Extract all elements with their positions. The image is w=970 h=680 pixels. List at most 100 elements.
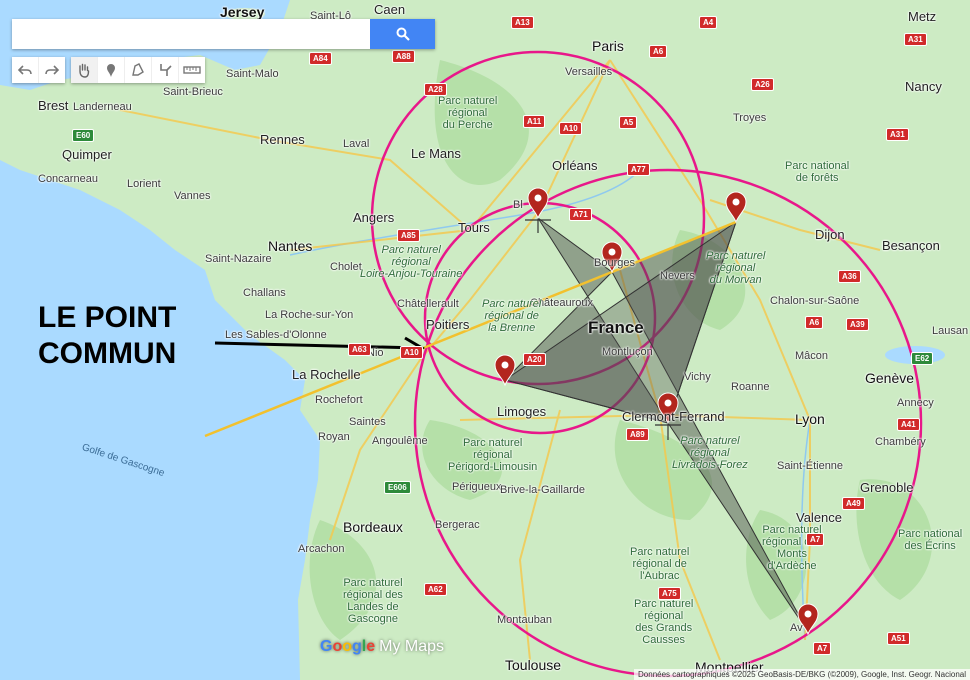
search-icon <box>396 27 410 41</box>
place-brest: Brest <box>38 98 69 113</box>
park-foret: Parc national de forêts <box>785 160 850 184</box>
road-shield: A62 <box>424 583 447 596</box>
road-shield: E62 <box>911 352 934 365</box>
place-les-sables: Les Sables-d'Olonne <box>225 329 327 341</box>
place-vichy: Vichy <box>684 371 711 383</box>
marker-icon <box>107 64 115 77</box>
place-clermont: Clermont-Ferrand <box>622 409 725 424</box>
road-shield: A10 <box>559 122 582 135</box>
place-poitiers: Poitiers <box>426 317 470 332</box>
park-causses: Parc naturel régional des Grands Causses <box>634 598 694 646</box>
place-quimper: Quimper <box>62 147 112 162</box>
road-shield: A6 <box>649 45 668 58</box>
road-shield: A6 <box>805 316 824 329</box>
place-besancon: Besançon <box>882 238 940 253</box>
place-chalon: Chalon-sur-Saône <box>770 295 860 307</box>
road-shield: A63 <box>348 343 371 356</box>
place-roanne: Roanne <box>731 381 770 393</box>
place-saint-nazaire: Saint-Nazaire <box>205 253 272 265</box>
place-bergerac: Bergerac <box>435 519 480 531</box>
search-button[interactable] <box>370 19 435 49</box>
place-arcachon: Arcachon <box>298 543 345 555</box>
road-shield: A11 <box>523 115 546 128</box>
place-le-mans: Le Mans <box>411 146 461 161</box>
place-geneve: Genève <box>865 370 915 386</box>
road-shield: E60 <box>72 129 95 142</box>
map-attribution[interactable]: Données cartographiques ©2025 GeoBasis-D… <box>634 669 970 680</box>
road-shield: E606 <box>384 481 411 494</box>
place-nevers: Nevers <box>660 270 695 282</box>
road-shield: A36 <box>838 270 861 283</box>
ruler-tool[interactable] <box>179 57 205 83</box>
place-troyes: Troyes <box>733 112 767 124</box>
road-shield: A88 <box>392 50 415 63</box>
place-france: France <box>588 318 644 337</box>
road-shield: A31 <box>886 128 909 141</box>
park-perigord: Parc naturel régional Périgord-Limousin <box>448 437 538 473</box>
road-shield: A31 <box>904 33 927 46</box>
place-saintes: Saintes <box>349 416 386 428</box>
road-shield: A49 <box>842 497 865 510</box>
place-limoges: Limoges <box>497 404 547 419</box>
place-bordeaux: Bordeaux <box>343 519 403 535</box>
place-cholet: Cholet <box>330 261 362 273</box>
place-rennes: Rennes <box>260 132 305 147</box>
ruler-icon <box>183 66 201 74</box>
park-ardeche: Parc naturel régional des Monts d'Ardèche <box>762 524 822 572</box>
place-chatellerault: Châtellerault <box>397 298 459 310</box>
place-angers: Angers <box>353 210 395 225</box>
place-saint-malo: Saint-Malo <box>226 68 279 80</box>
polygon-tool[interactable] <box>125 57 152 83</box>
park-livradois: Parc naturel régional Livradois-Forez <box>672 435 748 471</box>
hand-tool[interactable] <box>71 57 98 83</box>
hand-icon <box>79 63 90 78</box>
annotation-line1: LE POINT <box>38 301 177 334</box>
place-blois: Bl <box>513 199 523 211</box>
road-shield: A71 <box>569 208 592 221</box>
road-shield: A7 <box>806 533 825 546</box>
place-caen: Caen <box>374 2 406 17</box>
place-paris: Paris <box>592 38 624 54</box>
polygon-icon <box>132 63 144 76</box>
place-montlucon: Montluçon <box>602 346 653 358</box>
park-aubrac: Parc naturel régional de l'Aubrac <box>630 546 690 582</box>
annotation-text: LE POINT COMMUN <box>38 300 176 372</box>
road-shield: A7 <box>813 642 832 655</box>
place-dijon: Dijon <box>815 227 845 242</box>
road-shield: A41 <box>897 418 920 431</box>
road-shield: A26 <box>751 78 774 91</box>
park-landes: Parc naturel régional des Landes de Gascogn… <box>343 577 403 625</box>
park-ecrins: Parc national des Écrins <box>898 528 963 552</box>
place-la-rochelle: La Rochelle <box>292 367 361 382</box>
road-shield: A39 <box>846 318 869 331</box>
road-shield: A75 <box>658 587 681 600</box>
undo-button[interactable] <box>12 57 39 83</box>
park-perche: Parc naturel régional du Perche <box>438 95 498 131</box>
road-shield: A4 <box>699 16 718 29</box>
undo-icon <box>17 65 32 75</box>
place-nantes: Nantes <box>268 238 313 254</box>
search-bar <box>12 19 435 49</box>
place-saint-etienne: Saint-Étienne <box>777 460 844 472</box>
place-perigueux: Périgueux <box>452 481 502 493</box>
road-shield: A5 <box>619 116 638 129</box>
search-input[interactable] <box>12 19 370 49</box>
place-la-roche-sur-yon: La Roche-sur-Yon <box>265 309 354 321</box>
place-nancy: Nancy <box>905 79 942 94</box>
place-valence: Valence <box>796 510 843 525</box>
place-landerneau: Landerneau <box>73 101 132 113</box>
place-tours: Tours <box>458 220 490 235</box>
marker-tool[interactable] <box>98 57 125 83</box>
road-shield: A10 <box>400 346 423 359</box>
road-shield: A20 <box>523 353 546 366</box>
place-angouleme: Angoulême <box>372 435 428 447</box>
park-brenne: Parc naturel régional de la Brenne <box>482 298 542 334</box>
route-tool[interactable] <box>152 57 179 83</box>
redo-icon <box>45 65 60 75</box>
road-shield: A51 <box>887 632 910 645</box>
place-orleans: Orléans <box>552 158 598 173</box>
place-laval: Laval <box>343 138 370 150</box>
redo-button[interactable] <box>39 57 65 83</box>
place-vannes: Vannes <box>174 190 211 202</box>
place-challans: Challans <box>243 287 286 299</box>
